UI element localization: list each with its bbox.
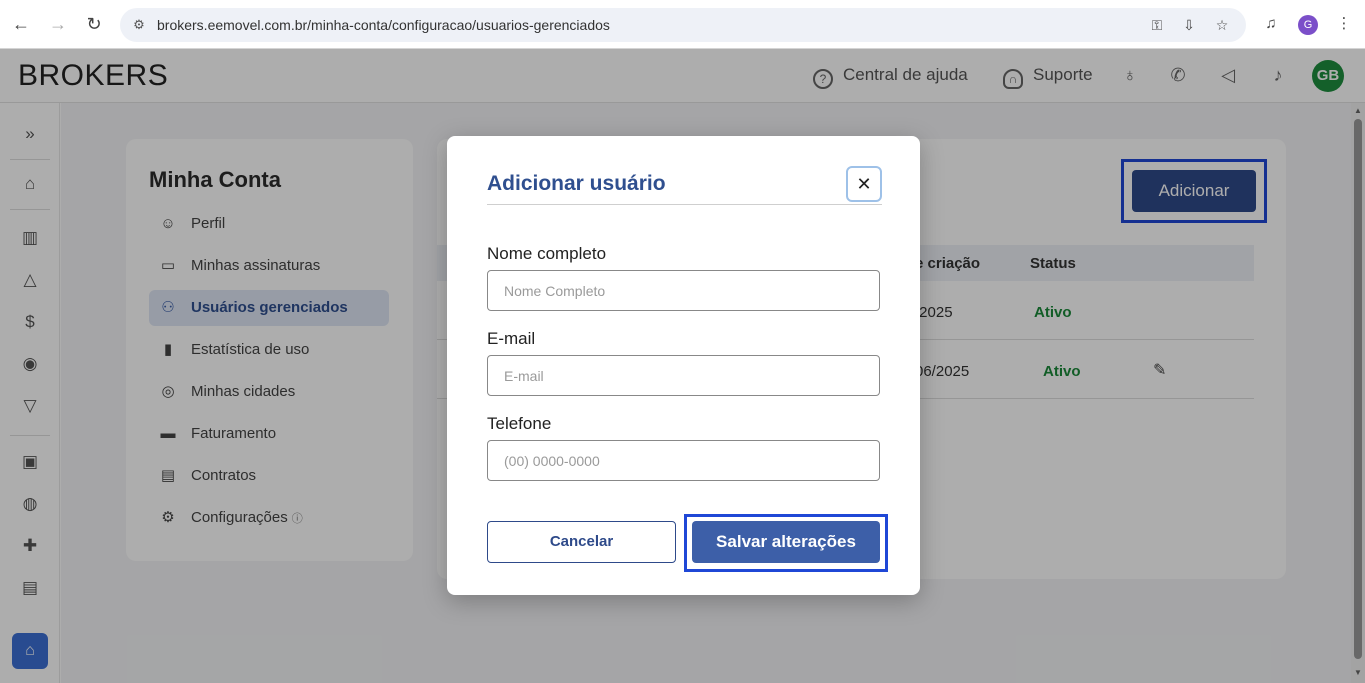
save-changes-button[interactable]: Salvar alterações (692, 521, 880, 563)
back-arrow-icon[interactable]: ← (10, 13, 32, 35)
phone-field-label: Telefone (487, 414, 552, 433)
media-control-icon[interactable]: ♫ (1260, 13, 1282, 35)
cancel-button[interactable]: Cancelar (487, 521, 676, 563)
close-icon[interactable]: ✕ (846, 166, 882, 202)
browser-toolbar: ← → ↻ ⚙ brokers.eemovel.com.br/minha-con… (0, 0, 1365, 49)
browser-menu-icon[interactable]: ⋮ (1333, 13, 1355, 35)
install-app-icon[interactable]: ⇩ (1179, 16, 1199, 34)
url-text[interactable]: brokers.eemovel.com.br/minha-conta/confi… (157, 17, 610, 33)
name-field-label: Nome completo (487, 244, 607, 263)
add-user-modal: Adicionar usuário ✕ Nome completo E-mail… (447, 136, 920, 595)
address-bar[interactable]: ⚙ brokers.eemovel.com.br/minha-conta/con… (120, 8, 1246, 42)
browser-profile-avatar[interactable]: G (1298, 15, 1318, 35)
password-key-icon[interactable]: ⚿ (1147, 16, 1167, 34)
modal-title: Adicionar usuário (487, 172, 666, 195)
modal-title-divider (487, 204, 882, 205)
site-settings-icon[interactable]: ⚙ (130, 16, 148, 34)
email-input[interactable] (487, 355, 880, 396)
bookmark-star-icon[interactable]: ☆ (1212, 16, 1232, 34)
full-name-input[interactable] (487, 270, 880, 311)
email-field-label: E-mail (487, 329, 536, 348)
reload-icon[interactable]: ↻ (83, 13, 105, 35)
forward-arrow-icon[interactable]: → (47, 13, 69, 35)
phone-input[interactable] (487, 440, 880, 481)
save-button-highlight: Salvar alterações (684, 514, 888, 572)
